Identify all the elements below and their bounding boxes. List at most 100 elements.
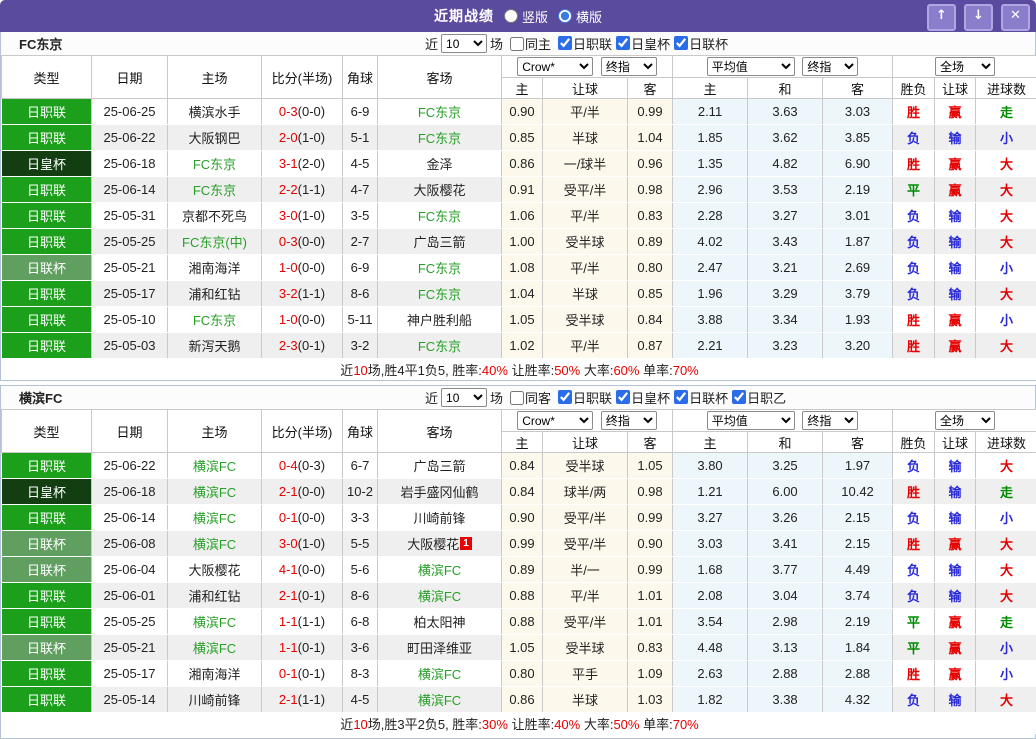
average-source-select[interactable]: 平均值 — [707, 57, 795, 76]
score-cell: 2-0(1-0) — [262, 125, 343, 151]
score-cell: 2-1(0-0) — [262, 479, 343, 505]
home-team-name: FC东京(中) — [182, 235, 247, 250]
odds-company-select[interactable]: Crow* — [517, 411, 593, 430]
league-checkbox-label[interactable]: 日职联 — [554, 34, 612, 53]
filter-controls: 近 10 场 同客 日职联日皇杯日联杯日职乙 — [425, 386, 786, 409]
summary-segment: 大率: — [580, 363, 613, 378]
summary-segment: 70% — [673, 363, 699, 378]
away-team-cell: FC东京 — [378, 255, 502, 281]
avg-home-cell: 3.27 — [673, 505, 748, 531]
league-checkbox[interactable] — [732, 390, 746, 404]
scope-select[interactable]: 全场 — [935, 57, 995, 76]
corner-cell: 6-8 — [343, 609, 378, 635]
same-venue-checkbox-label[interactable]: 同客 — [506, 388, 551, 407]
horizontal-mode-radio-label[interactable]: 横版 — [558, 7, 602, 26]
league-checkbox-label[interactable]: 日联杯 — [670, 388, 728, 407]
home-odds-cell: 1.00 — [502, 229, 543, 255]
home-team-name: 横滨水手 — [188, 105, 240, 120]
date-cell: 25-06-25 — [92, 99, 168, 125]
handicap-result-cell: 输 — [935, 203, 976, 229]
date-cell: 25-06-08 — [92, 531, 168, 557]
handicap-cell: 平/半 — [543, 583, 628, 609]
league-checkbox-label[interactable]: 日职联 — [554, 388, 612, 407]
move-down-button[interactable]: ↓ — [964, 4, 993, 31]
horizontal-mode-radio[interactable] — [558, 9, 572, 23]
home-team-name: 京都不死鸟 — [182, 209, 247, 224]
league-checkbox-label[interactable]: 日联杯 — [670, 34, 728, 53]
league-type-cell: 日职联 — [2, 203, 92, 229]
average-source-select[interactable]: 平均值 — [707, 411, 795, 430]
handicap-cell: 半/一 — [543, 557, 628, 583]
league-checkbox-label[interactable]: 日职乙 — [728, 388, 786, 407]
average-period-select[interactable]: 终指 — [802, 411, 858, 430]
corner-cell: 5-11 — [343, 307, 378, 333]
date-cell: 25-05-10 — [92, 307, 168, 333]
match-row: 日皇杯 25-06-18 FC东京 3-1(2-0) 4-5 金泽 0.86 一… — [2, 151, 1036, 177]
same-venue-checkbox[interactable] — [510, 391, 524, 405]
away-odds-cell: 0.98 — [628, 479, 673, 505]
away-team-name: 广岛三箭 — [413, 459, 465, 474]
vertical-mode-radio[interactable] — [504, 9, 518, 23]
avg-away-cell: 3.03 — [823, 99, 893, 125]
average-period-select[interactable]: 终指 — [802, 57, 858, 76]
corner-cell: 3-2 — [343, 333, 378, 359]
league-checkbox[interactable] — [616, 390, 630, 404]
date-cell: 25-06-22 — [92, 453, 168, 479]
summary-segment: 70% — [673, 717, 699, 732]
result-cell: 负 — [893, 505, 935, 531]
avg-home-cell: 2.28 — [673, 203, 748, 229]
league-checkbox[interactable] — [558, 390, 572, 404]
league-checkbox[interactable] — [616, 36, 630, 50]
date-cell: 25-05-17 — [92, 661, 168, 687]
recent-count-select[interactable]: 10 — [441, 388, 487, 407]
away-team-name: 川崎前锋 — [413, 511, 465, 526]
summary-segment: 单率: — [639, 717, 672, 732]
handicap-cell: 受平/半 — [543, 177, 628, 203]
avg-away-cell: 2.19 — [823, 177, 893, 203]
odds-company-select[interactable]: Crow* — [517, 57, 593, 76]
match-row: 日联杯 25-06-08 横滨FC 3-0(1-0) 5-5 大阪樱花1 0.9… — [2, 531, 1036, 557]
recent-count-select[interactable]: 10 — [441, 34, 487, 53]
handicap-cell: 受平/半 — [543, 531, 628, 557]
home-team-cell: 横滨FC — [168, 479, 262, 505]
same-venue-checkbox-label[interactable]: 同主 — [506, 34, 551, 53]
goals-result-cell: 大 — [976, 177, 1036, 203]
close-button[interactable]: ✕ — [1001, 4, 1030, 31]
handicap-cell: 平/半 — [543, 333, 628, 359]
league-checkbox-label[interactable]: 日皇杯 — [612, 34, 670, 53]
avg-draw-cell: 3.77 — [748, 557, 823, 583]
handicap-result-cell: 赢 — [935, 333, 976, 359]
handicap-result-cell: 输 — [935, 687, 976, 713]
league-checkbox[interactable] — [674, 390, 688, 404]
avg-away-cell: 1.84 — [823, 635, 893, 661]
home-team-cell: FC东京 — [168, 151, 262, 177]
match-row: 日职联 25-06-25 横滨水手 0-3(0-0) 6-9 FC东京 0.90… — [2, 99, 1036, 125]
col-away: 客场 — [378, 56, 502, 99]
date-cell: 25-06-14 — [92, 177, 168, 203]
league-type-cell: 日联杯 — [2, 255, 92, 281]
odds-period-select[interactable]: 终指 — [601, 57, 657, 76]
avg-home-cell: 3.80 — [673, 453, 748, 479]
handicap-cell: 半球 — [543, 125, 628, 151]
home-team-name: 横滨FC — [193, 615, 236, 630]
date-cell: 25-05-03 — [92, 333, 168, 359]
halftime-score: (0-0) — [298, 104, 325, 119]
match-row: 日职联 25-06-22 大阪钢巴 2-0(1-0) 5-1 FC东京 0.85… — [2, 125, 1036, 151]
scope-select[interactable]: 全场 — [935, 411, 995, 430]
league-checkbox-label[interactable]: 日皇杯 — [612, 388, 670, 407]
home-odds-cell: 0.85 — [502, 125, 543, 151]
score-cell: 3-2(1-1) — [262, 281, 343, 307]
league-checkbox[interactable] — [558, 36, 572, 50]
league-checkbox[interactable] — [674, 36, 688, 50]
sub-col-handicap: 让球 — [543, 432, 628, 453]
home-team-cell: 京都不死鸟 — [168, 203, 262, 229]
odds-period-select[interactable]: 终指 — [601, 411, 657, 430]
handicap-result-cell: 赢 — [935, 151, 976, 177]
filter-controls: 近 10 场 同主 日职联日皇杯日联杯 — [425, 32, 728, 55]
handicap-cell: 平手 — [543, 661, 628, 687]
same-venue-checkbox[interactable] — [510, 37, 524, 51]
vertical-mode-radio-label[interactable]: 竖版 — [504, 7, 548, 26]
avg-draw-cell: 3.13 — [748, 635, 823, 661]
move-up-button[interactable]: ↑ — [927, 4, 956, 31]
away-team-name: 金泽 — [426, 157, 452, 172]
